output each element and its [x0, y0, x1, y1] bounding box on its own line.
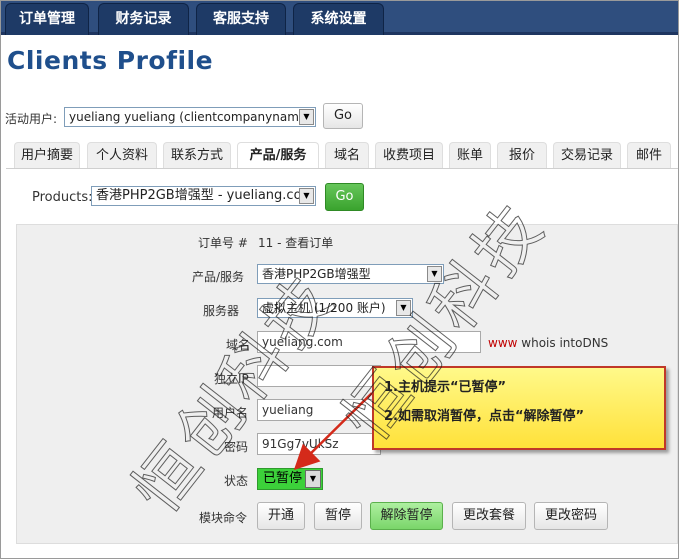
- annotation-arrow: [293, 392, 373, 471]
